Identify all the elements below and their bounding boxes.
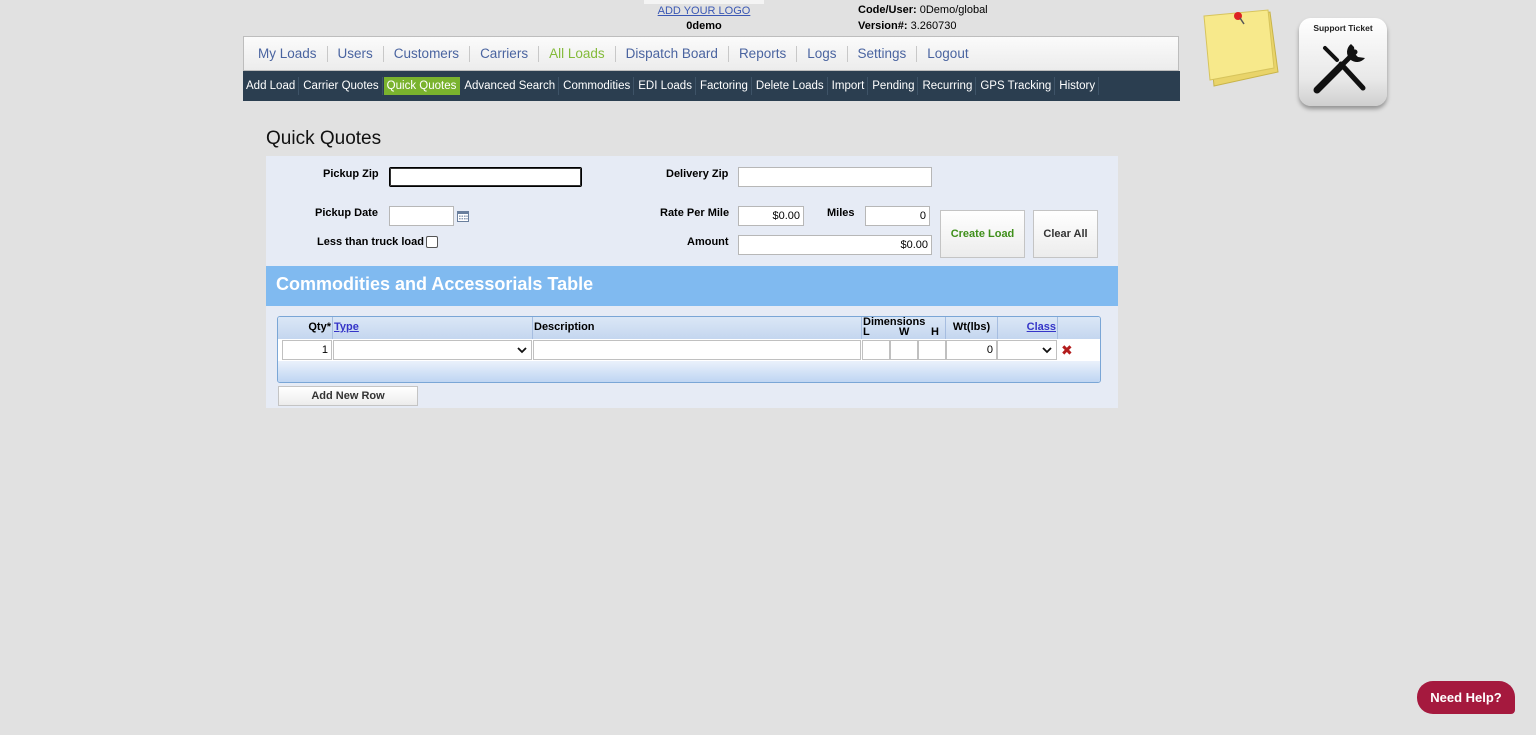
table-header: Qty* Type Description Dimensions L W H W… [278,317,1100,340]
version-label: Version#: [858,20,908,32]
chevron-down-icon [517,347,527,354]
subnav-carrier-quotes[interactable]: Carrier Quotes [300,77,383,95]
amount-label: Amount [687,236,729,248]
subnav-recurring[interactable]: Recurring [919,77,977,95]
version-value: 3.260730 [910,20,957,32]
need-help-button[interactable]: Need Help? [1417,681,1515,714]
type-select[interactable] [333,340,532,360]
calendar-icon[interactable] [457,211,469,222]
subnav-gps-tracking[interactable]: GPS Tracking [977,77,1056,95]
subnav-history[interactable]: History [1056,77,1100,95]
subnav-add-load[interactable]: Add Load [243,77,300,95]
nav-reports[interactable]: Reports [729,46,796,61]
nav-settings[interactable]: Settings [848,46,917,61]
length-input[interactable] [862,340,890,360]
subnav-import[interactable]: Import [829,77,869,95]
length-label: L [863,326,870,338]
dimensions-header: Dimensions L W H [862,317,946,339]
subnav-delete-loads[interactable]: Delete Loads [753,77,828,95]
nav-dispatch-board[interactable]: Dispatch Board [616,46,728,61]
weight-header: Wt(lbs) [946,317,998,339]
nav-logs[interactable]: Logs [797,46,846,61]
qty-input[interactable]: 1 [282,340,332,360]
support-ticket-label: Support Ticket [1313,23,1373,33]
wrench-icon [1313,44,1366,94]
ltl-label: Less than truck load [317,236,424,248]
subnav-commodities[interactable]: Commodities [560,77,635,95]
delete-row-icon[interactable]: ✖ [1061,343,1073,357]
code-user-value: 0Demo/global [919,4,988,16]
sub-nav: Add Load Carrier Quotes Quick Quotes Adv… [243,71,1180,101]
user-info: Code/User: 0Demo/global Version#: 3.2607… [858,2,988,34]
delivery-zip-label: Delivery Zip [666,168,729,180]
delivery-zip-input[interactable] [738,167,932,187]
description-header: Description [533,317,862,339]
nav-carriers[interactable]: Carriers [470,46,538,61]
sticky-note-icon[interactable] [1200,6,1284,90]
pickup-zip-input[interactable] [389,167,582,187]
height-input[interactable] [918,340,946,360]
pickup-zip-label: Pickup Zip [323,168,379,180]
width-input[interactable] [890,340,918,360]
class-header: Class [998,317,1058,339]
width-label: W [899,326,910,338]
nav-my-loads[interactable]: My Loads [248,46,327,61]
logo-area: ADD YOUR LOGO 0demo [644,0,764,36]
qty-header: Qty* [278,317,333,339]
ltl-checkbox[interactable] [426,236,438,248]
subnav-quick-quotes[interactable]: Quick Quotes [383,77,461,95]
table-row: 1 0 ✖ [278,339,1100,361]
nav-customers[interactable]: Customers [384,46,469,61]
class-sort-link[interactable]: Class [1027,321,1056,333]
description-input[interactable] [533,340,861,360]
pickup-date-input[interactable] [389,206,454,226]
subnav-advanced-search[interactable]: Advanced Search [461,77,560,95]
class-select[interactable] [997,340,1057,360]
company-name: 0demo [686,20,722,32]
type-sort-link[interactable]: Type [334,321,359,333]
commodities-section-header: Commodities and Accessorials Table [266,266,1118,306]
subnav-pending[interactable]: Pending [869,77,919,95]
clear-all-button[interactable]: Clear All [1033,210,1098,258]
type-header: Type [333,317,533,339]
miles-label: Miles [827,207,855,219]
add-logo-link[interactable]: ADD YOUR LOGO [644,5,764,17]
code-user-label: Code/User: [858,4,917,16]
pickup-date-label: Pickup Date [315,207,378,219]
page-title: Quick Quotes [266,128,382,149]
nav-all-loads[interactable]: All Loads [539,46,615,61]
commodities-table: Qty* Type Description Dimensions L W H W… [277,316,1101,383]
subnav-edi-loads[interactable]: EDI Loads [635,77,696,95]
support-ticket-button[interactable]: Support Ticket [1299,18,1387,106]
amount-input[interactable]: $0.00 [738,235,932,255]
table-footer [278,361,1100,382]
subnav-factoring[interactable]: Factoring [697,77,752,95]
commodities-title: Commodities and Accessorials Table [276,274,594,294]
rate-per-mile-input[interactable]: $0.00 [738,206,804,226]
main-nav: My Loads Users Customers Carriers All Lo… [243,36,1179,71]
miles-input[interactable]: 0 [865,206,930,226]
dimensions-label: Dimensions [863,316,926,328]
add-new-row-button[interactable]: Add New Row [278,386,418,406]
height-label: H [931,326,939,338]
create-load-button[interactable]: Create Load [940,210,1025,258]
nav-users[interactable]: Users [328,46,383,61]
nav-logout[interactable]: Logout [917,46,978,61]
chevron-down-icon [1042,347,1052,354]
rate-per-mile-label: Rate Per Mile [660,207,730,219]
weight-input[interactable]: 0 [946,340,997,360]
